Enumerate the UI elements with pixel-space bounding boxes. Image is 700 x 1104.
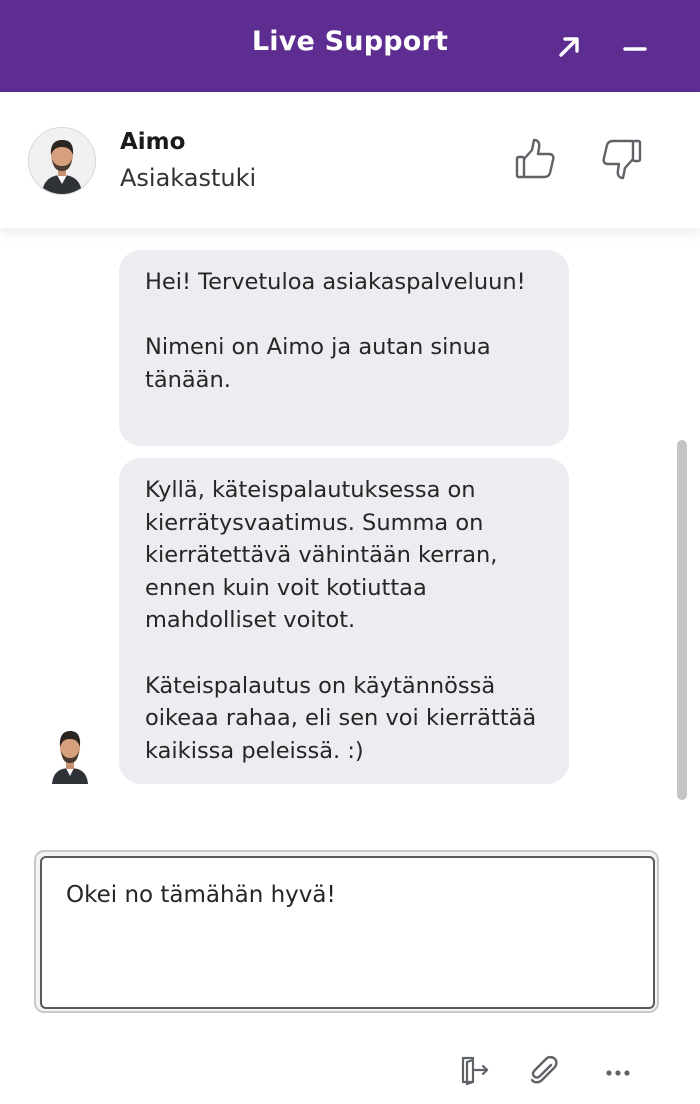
arrow-up-right-icon [559, 37, 579, 57]
title-bar: Live Support [0, 0, 700, 92]
agent-role: Asiakastuki [120, 164, 257, 192]
exit-icon [461, 1056, 489, 1086]
minus-icon [623, 47, 647, 51]
message-paragraph: Kyllä, käteispalautuksessa on kierrätysv… [145, 477, 498, 634]
dislike-button[interactable] [600, 136, 644, 182]
messages-scrollbar[interactable] [677, 440, 687, 800]
thumbs-down-icon [602, 139, 642, 180]
agent-name: Aimo [120, 129, 186, 155]
agent-avatar-small [50, 726, 90, 784]
message-paragraph: Käteispalautus on käytännössä oikeaa rah… [145, 672, 537, 764]
agent-header [0, 92, 700, 228]
agent-message: Hei! Tervetuloa asiakaspalveluun! Nimeni… [119, 250, 569, 446]
like-button[interactable] [513, 136, 557, 182]
message-paragraph: Hei! Tervetuloa asiakaspalveluun! [145, 269, 526, 295]
agent-message: Kyllä, käteispalautuksessa on kierrätysv… [119, 458, 569, 784]
message-paragraph: Nimeni on Aimo ja autan sinua tänään. [145, 334, 491, 393]
agent-avatar [28, 127, 96, 195]
more-button[interactable] [598, 1050, 638, 1090]
thumbs-up-icon [515, 138, 555, 179]
end-chat-button[interactable] [454, 1050, 494, 1090]
message-input[interactable]: Okei no tämähän hyvä! [40, 856, 655, 1009]
attach-button[interactable] [524, 1050, 564, 1090]
expand-button[interactable] [552, 30, 586, 64]
more-icon [606, 1070, 630, 1076]
paperclip-icon [530, 1055, 558, 1084]
minimize-button[interactable] [618, 30, 652, 64]
window-title: Live Support [251, 26, 449, 57]
